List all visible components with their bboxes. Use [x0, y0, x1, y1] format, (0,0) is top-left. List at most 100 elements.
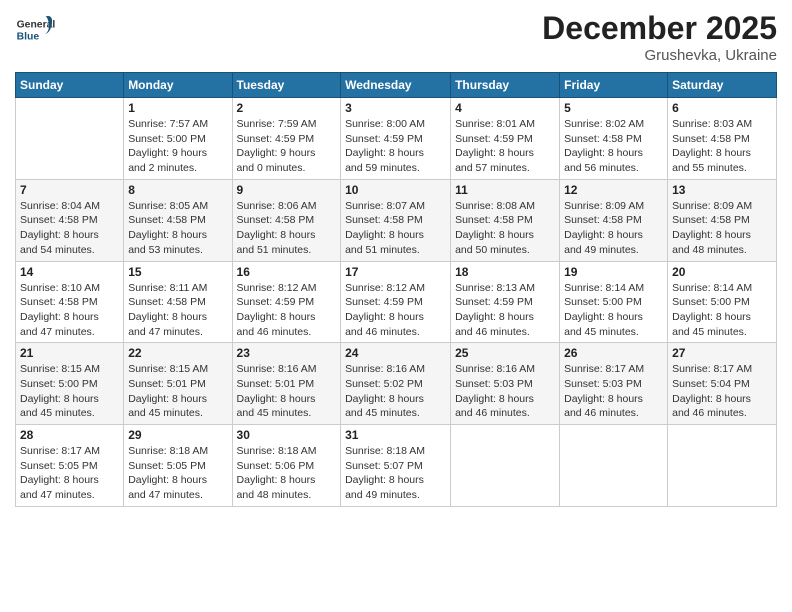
table-row: 7 Sunrise: 8:04 AM Sunset: 4:58 PM Daylig… [16, 179, 124, 261]
header-tuesday: Tuesday [232, 73, 341, 98]
day-number: 25 [455, 346, 555, 360]
day-info: Sunrise: 8:14 AM Sunset: 5:00 PM Dayligh… [672, 281, 772, 340]
day-number: 15 [128, 265, 227, 279]
day-number: 19 [564, 265, 663, 279]
day-number: 28 [20, 428, 119, 442]
day-info: Sunrise: 8:00 AM Sunset: 4:59 PM Dayligh… [345, 117, 446, 176]
day-info: Sunrise: 8:01 AM Sunset: 4:59 PM Dayligh… [455, 117, 555, 176]
table-row: 2 Sunrise: 7:59 AM Sunset: 4:59 PM Daylig… [232, 98, 341, 180]
day-info: Sunrise: 8:16 AM Sunset: 5:01 PM Dayligh… [237, 362, 337, 421]
table-row: 13 Sunrise: 8:09 AM Sunset: 4:58 PM Dayli… [668, 179, 777, 261]
header-thursday: Thursday [451, 73, 560, 98]
table-row: 19 Sunrise: 8:14 AM Sunset: 5:00 PM Dayli… [560, 261, 668, 343]
day-number: 14 [20, 265, 119, 279]
month-title: December 2025 [542, 10, 777, 47]
table-row: 9 Sunrise: 8:06 AM Sunset: 4:58 PM Daylig… [232, 179, 341, 261]
header: General Blue December 2025 Grushevka, Uk… [15, 10, 777, 64]
table-row: 15 Sunrise: 8:11 AM Sunset: 4:58 PM Dayli… [124, 261, 232, 343]
table-row [16, 98, 124, 180]
calendar-table: Sunday Monday Tuesday Wednesday Thursday… [15, 72, 777, 507]
day-number: 5 [564, 101, 663, 115]
table-row: 4 Sunrise: 8:01 AM Sunset: 4:59 PM Daylig… [451, 98, 560, 180]
table-row: 16 Sunrise: 8:12 AM Sunset: 4:59 PM Dayli… [232, 261, 341, 343]
day-info: Sunrise: 7:57 AM Sunset: 5:00 PM Dayligh… [128, 117, 227, 176]
table-row: 29Sunrise: 8:18 AM Sunset: 5:05 PM Dayli… [124, 425, 232, 507]
day-info: Sunrise: 8:09 AM Sunset: 4:58 PM Dayligh… [672, 199, 772, 258]
day-info: Sunrise: 8:03 AM Sunset: 4:58 PM Dayligh… [672, 117, 772, 176]
day-info: Sunrise: 8:18 AM Sunset: 5:07 PM Dayligh… [345, 444, 446, 503]
day-number: 17 [345, 265, 446, 279]
table-row: 20 Sunrise: 8:14 AM Sunset: 5:00 PM Dayli… [668, 261, 777, 343]
day-number: 20 [672, 265, 772, 279]
day-number: 1 [128, 101, 227, 115]
day-number: 3 [345, 101, 446, 115]
day-info: Sunrise: 8:12 AM Sunset: 4:59 PM Dayligh… [237, 281, 337, 340]
day-number: 30 [237, 428, 337, 442]
calendar-week-row: 14 Sunrise: 8:10 AM Sunset: 4:58 PM Dayli… [16, 261, 777, 343]
table-row [560, 425, 668, 507]
day-number: 13 [672, 183, 772, 197]
day-info: Sunrise: 8:12 AM Sunset: 4:59 PM Dayligh… [345, 281, 446, 340]
day-number: 7 [20, 183, 119, 197]
table-row: 26 Sunrise: 8:17 AM Sunset: 5:03 PM Dayli… [560, 343, 668, 425]
table-row: 5 Sunrise: 8:02 AM Sunset: 4:58 PM Daylig… [560, 98, 668, 180]
day-info: Sunrise: 8:02 AM Sunset: 4:58 PM Dayligh… [564, 117, 663, 176]
table-row: 24 Sunrise: 8:16 AM Sunset: 5:02 PM Dayli… [341, 343, 451, 425]
day-info: Sunrise: 8:11 AM Sunset: 4:58 PM Dayligh… [128, 281, 227, 340]
day-info: Sunrise: 8:16 AM Sunset: 5:03 PM Dayligh… [455, 362, 555, 421]
day-info: Sunrise: 8:04 AM Sunset: 4:58 PM Dayligh… [20, 199, 119, 258]
day-number: 12 [564, 183, 663, 197]
table-row: 28 Sunrise: 8:17 AM Sunset: 5:05 PM Dayli… [16, 425, 124, 507]
day-info: Sunrise: 8:17 AM Sunset: 5:03 PM Dayligh… [564, 362, 663, 421]
day-info: Sunrise: 8:17 AM Sunset: 5:05 PM Dayligh… [20, 444, 119, 503]
calendar-week-row: 28 Sunrise: 8:17 AM Sunset: 5:05 PM Dayli… [16, 425, 777, 507]
day-info: Sunrise: 8:13 AM Sunset: 4:59 PM Dayligh… [455, 281, 555, 340]
day-info: Sunrise: 8:06 AM Sunset: 4:58 PM Dayligh… [237, 199, 337, 258]
table-row: 30 Sunrise: 8:18 AM Sunset: 5:06 PM Dayli… [232, 425, 341, 507]
day-number: 27 [672, 346, 772, 360]
day-info: Sunrise: 8:05 AM Sunset: 4:58 PM Dayligh… [128, 199, 227, 258]
day-number: 24 [345, 346, 446, 360]
table-row: 1 Sunrise: 7:57 AM Sunset: 5:00 PM Daylig… [124, 98, 232, 180]
day-info: Sunrise: 8:18 AM Sunset: 5:06 PM Dayligh… [237, 444, 337, 503]
header-wednesday: Wednesday [341, 73, 451, 98]
day-number: 2 [237, 101, 337, 115]
day-number: 26 [564, 346, 663, 360]
day-number: 31 [345, 428, 446, 442]
table-row: 11 Sunrise: 8:08 AM Sunset: 4:58 PM Dayli… [451, 179, 560, 261]
logo-icon: General Blue [15, 10, 55, 50]
table-row: 12 Sunrise: 8:09 AM Sunset: 4:58 PM Dayli… [560, 179, 668, 261]
location: Grushevka, Ukraine [542, 47, 777, 64]
day-info: Sunrise: 8:15 AM Sunset: 5:01 PM Dayligh… [128, 362, 227, 421]
day-number: 11 [455, 183, 555, 197]
day-number: 22 [128, 346, 227, 360]
weekday-header-row: Sunday Monday Tuesday Wednesday Thursday… [16, 73, 777, 98]
day-number: 16 [237, 265, 337, 279]
header-saturday: Saturday [668, 73, 777, 98]
table-row: 18 Sunrise: 8:13 AM Sunset: 4:59 PM Dayli… [451, 261, 560, 343]
table-row [451, 425, 560, 507]
day-info: Sunrise: 8:09 AM Sunset: 4:58 PM Dayligh… [564, 199, 663, 258]
day-number: 6 [672, 101, 772, 115]
day-info: Sunrise: 8:08 AM Sunset: 4:58 PM Dayligh… [455, 199, 555, 258]
table-row: 17 Sunrise: 8:12 AM Sunset: 4:59 PM Dayli… [341, 261, 451, 343]
day-number: 10 [345, 183, 446, 197]
day-number: 18 [455, 265, 555, 279]
header-friday: Friday [560, 73, 668, 98]
day-info: Sunrise: 8:07 AM Sunset: 4:58 PM Dayligh… [345, 199, 446, 258]
header-monday: Monday [124, 73, 232, 98]
day-info: Sunrise: 8:10 AM Sunset: 4:58 PM Dayligh… [20, 281, 119, 340]
day-number: 21 [20, 346, 119, 360]
table-row: 10 Sunrise: 8:07 AM Sunset: 4:58 PM Dayli… [341, 179, 451, 261]
table-row: 27Sunrise: 8:17 AM Sunset: 5:04 PM Dayli… [668, 343, 777, 425]
calendar-week-row: 21 Sunrise: 8:15 AM Sunset: 5:00 PM Dayli… [16, 343, 777, 425]
day-info: Sunrise: 8:15 AM Sunset: 5:00 PM Dayligh… [20, 362, 119, 421]
day-info: Sunrise: 8:18 AM Sunset: 5:05 PM Dayligh… [128, 444, 227, 503]
day-info: Sunrise: 7:59 AM Sunset: 4:59 PM Dayligh… [237, 117, 337, 176]
day-number: 4 [455, 101, 555, 115]
day-info: Sunrise: 8:16 AM Sunset: 5:02 PM Dayligh… [345, 362, 446, 421]
logo: General Blue [15, 10, 59, 50]
day-number: 9 [237, 183, 337, 197]
day-number: 23 [237, 346, 337, 360]
day-info: Sunrise: 8:14 AM Sunset: 5:00 PM Dayligh… [564, 281, 663, 340]
